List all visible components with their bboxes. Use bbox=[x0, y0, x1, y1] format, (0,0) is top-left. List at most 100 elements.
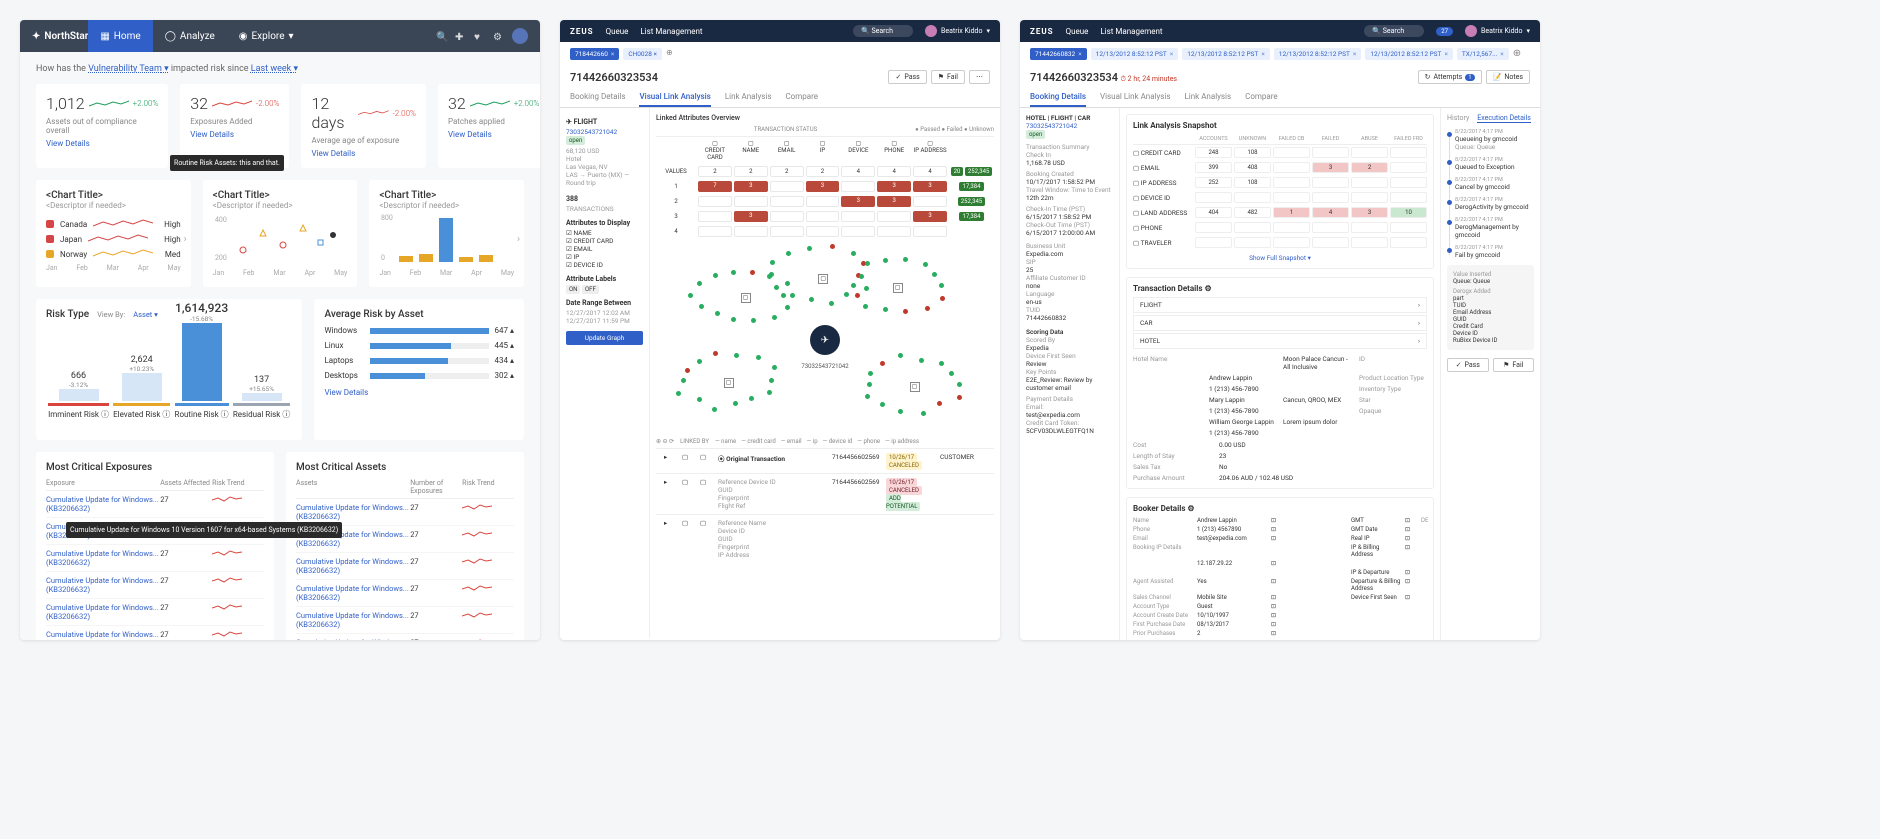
action-icon[interactable]: ⊡ bbox=[1405, 544, 1417, 558]
risk-bar[interactable]: 1,614,923 -15.68% Routine Risk ⓘ bbox=[175, 301, 229, 420]
table-row[interactable]: Cumulative Update for Windows... (KB3206… bbox=[296, 634, 514, 640]
graph-node[interactable] bbox=[883, 258, 888, 263]
graph-node[interactable] bbox=[880, 361, 885, 366]
update-graph-button[interactable]: Update Graph bbox=[566, 331, 643, 345]
search-icon[interactable]: 🔍 bbox=[436, 32, 445, 41]
gear-icon[interactable]: ⚙ bbox=[1187, 504, 1194, 513]
timestamp-tag[interactable]: 12/13/2012 8:52:12 PST × bbox=[1182, 48, 1270, 60]
graph-node[interactable] bbox=[844, 292, 849, 297]
table-row[interactable]: Cumulative Update for Windows... (KB3206… bbox=[296, 607, 514, 634]
linked-txn-row[interactable]: ▸▢▢ Reference NameDevice IDGUIDFingerpri… bbox=[656, 514, 994, 563]
user-menu[interactable]: Beatrix Kiddo ▾ bbox=[925, 25, 990, 37]
graph-node[interactable] bbox=[767, 390, 772, 395]
view-details-link[interactable]: View Details bbox=[46, 139, 158, 148]
nav-home[interactable]: ▦ Home bbox=[88, 20, 152, 52]
show-full-snapshot[interactable]: Show Full Snapshot ▾ bbox=[1133, 250, 1427, 262]
graph-node[interactable] bbox=[868, 371, 873, 376]
brand-logo[interactable]: ✦ NorthStar bbox=[32, 31, 88, 42]
link-graph[interactable]: ✈ 73032543721042 ▢▢▢▢▢ bbox=[656, 245, 994, 435]
graph-node[interactable] bbox=[957, 382, 962, 387]
graph-node[interactable] bbox=[903, 257, 908, 262]
graph-node[interactable] bbox=[786, 251, 791, 256]
timestamp-tag[interactable]: TX/12,567... × bbox=[1457, 48, 1509, 60]
graph-node[interactable] bbox=[932, 272, 937, 277]
graph-node[interactable] bbox=[734, 353, 739, 358]
cluster-icon[interactable]: ▢ bbox=[741, 293, 751, 303]
graph-node[interactable] bbox=[774, 285, 779, 290]
labels-off[interactable]: OFF bbox=[582, 285, 599, 294]
graph-node[interactable] bbox=[715, 311, 720, 316]
tab-visual-link-analysis[interactable]: Visual Link Analysis bbox=[1100, 88, 1171, 107]
nav-listmgmt[interactable]: List Management bbox=[640, 27, 702, 36]
attr-checkbox[interactable]: ☑ IP bbox=[566, 253, 643, 261]
action-icon[interactable]: ⊡ bbox=[1271, 526, 1283, 533]
attempts-button[interactable]: ↻Attempts1 bbox=[1418, 70, 1482, 84]
risk-bar[interactable]: 666 -3.12% Imminent Risk ⓘ bbox=[48, 371, 109, 420]
graph-node[interactable] bbox=[851, 251, 856, 256]
graph-center-node[interactable]: ✈ bbox=[810, 325, 840, 355]
view-details-link[interactable]: View Details bbox=[448, 130, 539, 139]
tab-link-analysis[interactable]: Link Analysis bbox=[725, 88, 772, 107]
graph-node[interactable] bbox=[859, 274, 864, 279]
graph-node[interactable] bbox=[731, 270, 736, 275]
exec-tab[interactable]: Execution Details bbox=[1477, 114, 1531, 123]
txn-accordion[interactable]: HOTEL› bbox=[1133, 333, 1427, 349]
attr-checkbox[interactable]: ☑ EMAIL bbox=[566, 245, 643, 253]
notes-button[interactable]: 📝Notes bbox=[1486, 70, 1530, 84]
risk-bar[interactable]: 137 +15.65% Residual Risk ⓘ bbox=[233, 375, 291, 420]
graph-node[interactable] bbox=[925, 306, 930, 311]
linked-txn-row[interactable]: ▸▢▢ Reference Device IDGUIDFingerprintFl… bbox=[656, 473, 994, 514]
action-icon[interactable] bbox=[1405, 621, 1417, 628]
graph-node[interactable] bbox=[940, 296, 945, 301]
linked-txn-row[interactable]: ▸▢▢ ⦿ Original Transaction 7164456602569… bbox=[656, 448, 994, 473]
nav-listmgmt[interactable]: List Management bbox=[1100, 27, 1162, 36]
add-tag[interactable]: ⊕ bbox=[1513, 48, 1521, 60]
graph-node[interactable] bbox=[697, 359, 702, 364]
graph-node[interactable] bbox=[785, 305, 790, 310]
graph-node[interactable] bbox=[688, 293, 693, 298]
table-row[interactable]: Cumulative Update for Windows... (KB3206… bbox=[296, 580, 514, 607]
team-dropdown[interactable]: Vulnerability Team ▾ bbox=[88, 64, 168, 74]
action-icon[interactable]: ⊡ bbox=[1405, 578, 1417, 592]
bell-icon[interactable]: ♥ bbox=[474, 32, 483, 41]
table-row[interactable]: Cumulative Update for Windows... (KB3206… bbox=[46, 545, 264, 572]
search-input[interactable]: 🔍 Search bbox=[1364, 25, 1424, 37]
pass-button[interactable]: ✓Pass bbox=[1447, 358, 1489, 372]
tab-booking-details[interactable]: Booking Details bbox=[570, 88, 625, 107]
timestamp-tag[interactable]: 12/13/2012 8:52:12 PST × bbox=[1091, 48, 1179, 60]
brand-logo[interactable]: ZEUS bbox=[570, 27, 594, 36]
search-input[interactable]: 🔍 Search bbox=[853, 25, 913, 37]
graph-node[interactable] bbox=[921, 411, 926, 416]
action-icon[interactable] bbox=[1405, 630, 1417, 637]
graph-node[interactable] bbox=[898, 409, 903, 414]
graph-node[interactable] bbox=[770, 260, 775, 265]
graph-node[interactable] bbox=[769, 378, 774, 383]
graph-node[interactable] bbox=[855, 293, 860, 298]
graph-node[interactable] bbox=[937, 401, 942, 406]
graph-node[interactable] bbox=[685, 368, 690, 373]
graph-node[interactable] bbox=[676, 391, 681, 396]
graph-node[interactable] bbox=[880, 402, 885, 407]
expand-icon[interactable]: ▸ bbox=[664, 453, 678, 461]
nav-explore[interactable]: ◉ Explore ▾ bbox=[227, 20, 306, 52]
graph-node[interactable] bbox=[731, 317, 736, 322]
action-icon[interactable]: ⊡ bbox=[1271, 560, 1283, 567]
graph-node[interactable] bbox=[790, 293, 795, 298]
action-icon[interactable]: ⊡ bbox=[1405, 569, 1417, 576]
cluster-icon[interactable]: ▢ bbox=[893, 283, 903, 293]
graph-node[interactable] bbox=[697, 281, 702, 286]
graph-node[interactable] bbox=[713, 273, 718, 278]
view-details-link[interactable]: View Details bbox=[311, 149, 416, 158]
graph-node[interactable] bbox=[767, 274, 772, 279]
graph-node[interactable] bbox=[863, 304, 868, 309]
table-row[interactable]: Cumulative Update for Windows... (KB3206… bbox=[46, 491, 264, 518]
action-icon[interactable] bbox=[1405, 612, 1417, 619]
attr-checkbox[interactable]: ☑ CREDIT CARD bbox=[566, 237, 643, 245]
graph-node[interactable] bbox=[949, 371, 954, 376]
timestamp-tag[interactable]: 12/13/2012 8:52:12 PST × bbox=[1274, 48, 1362, 60]
gear-icon[interactable]: ⚙ bbox=[493, 32, 502, 41]
action-icon[interactable]: ⊡ bbox=[1271, 594, 1283, 601]
labels-on[interactable]: ON bbox=[566, 285, 580, 294]
tab-compare[interactable]: Compare bbox=[785, 88, 818, 107]
chevron-right-icon[interactable]: › bbox=[517, 234, 520, 245]
